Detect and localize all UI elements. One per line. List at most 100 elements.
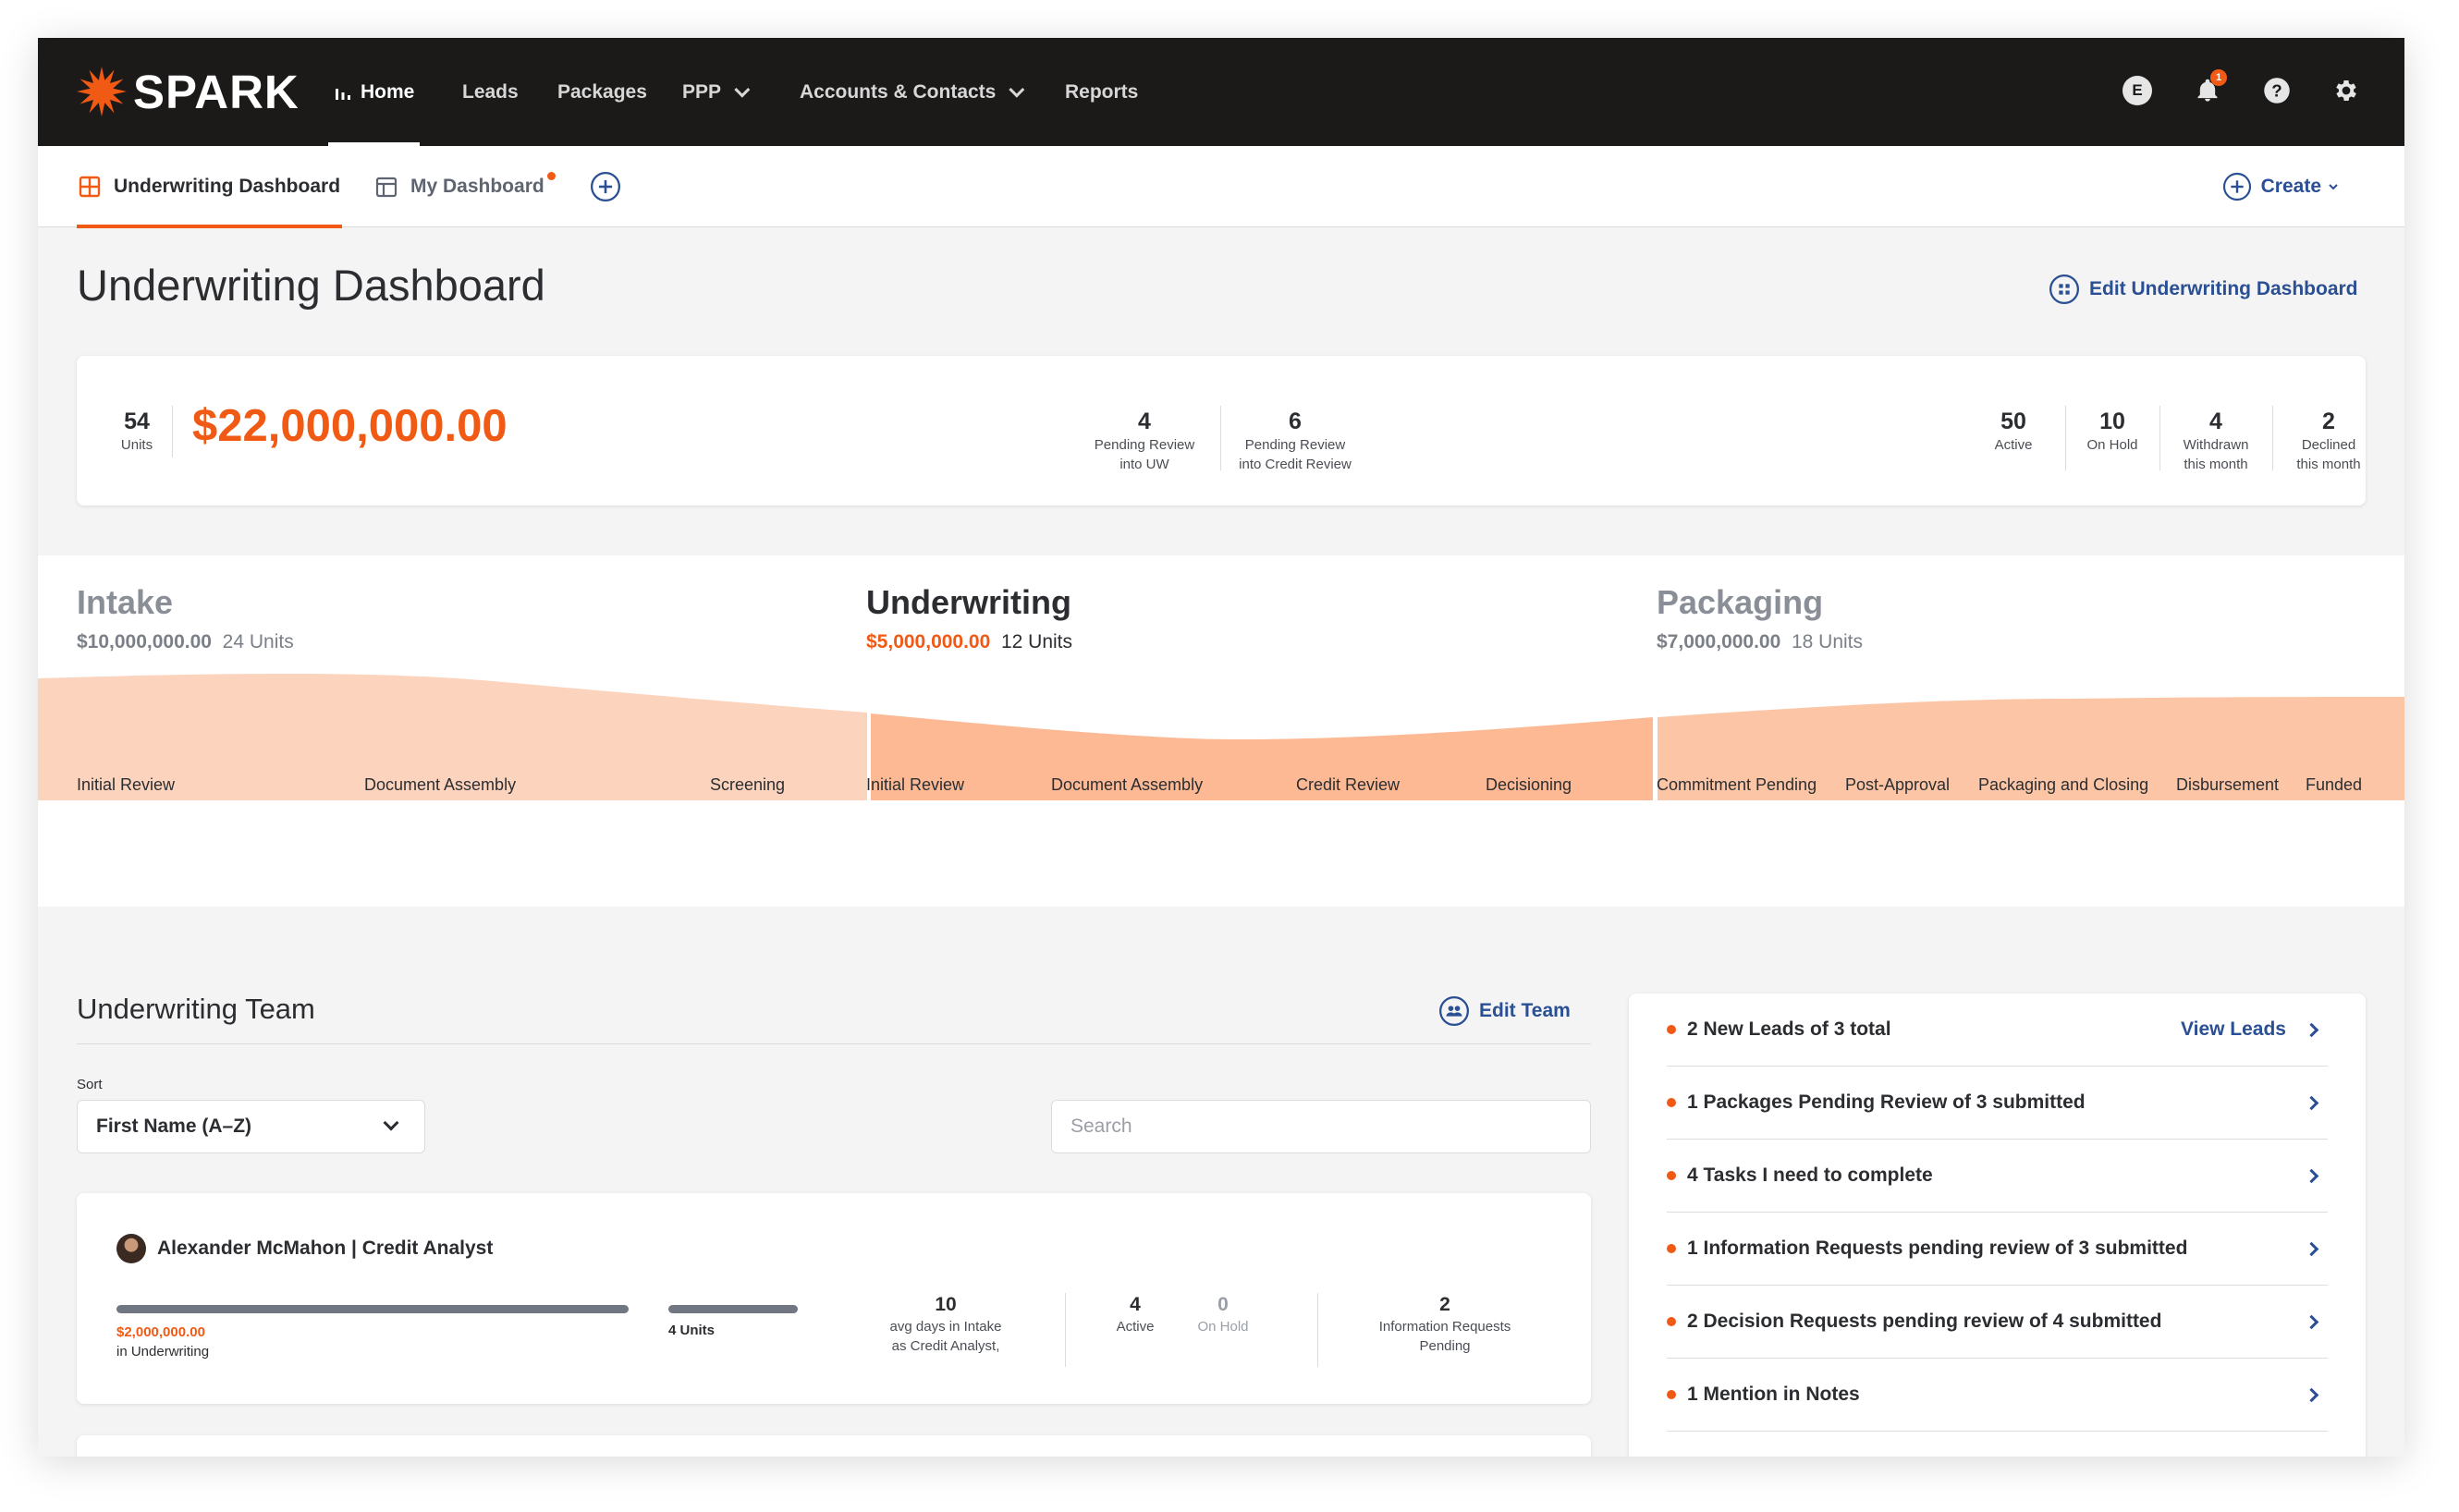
spark-logo[interactable]: SPARK: [76, 66, 300, 117]
stage-underwriting-title[interactable]: Underwriting: [866, 583, 1071, 622]
notification-row[interactable]: 4 Tasks I need to complete: [1667, 1140, 2328, 1213]
member-amount-label: in Underwriting: [116, 1344, 210, 1360]
info-requests-label2: Pending: [1419, 1338, 1471, 1354]
step-label[interactable]: Document Assembly: [1051, 775, 1203, 795]
stage-packaging-title[interactable]: Packaging: [1657, 583, 1823, 622]
step-label[interactable]: Screening: [710, 775, 785, 795]
chevron-right-icon: [2304, 1022, 2319, 1037]
help-icon: ?: [2264, 78, 2290, 104]
edit-dashboard-button[interactable]: Edit Underwriting Dashboard: [2049, 274, 2358, 305]
chevron-down-icon: [2329, 184, 2338, 190]
chevron-right-icon: [2304, 1387, 2319, 1402]
team-member-card[interactable]: [77, 1435, 1591, 1457]
edit-team-button[interactable]: Edit Team: [1438, 995, 1571, 1027]
stage-underwriting-units: 12 Units: [1000, 631, 1073, 652]
pending-credit-value: 6: [1289, 408, 1302, 434]
create-button[interactable]: Create: [2222, 146, 2340, 227]
nav-packages[interactable]: Packages: [557, 38, 647, 146]
info-requests-value: 2: [1439, 1294, 1450, 1315]
notification-row[interactable]: 1 Information Requests pending review of…: [1667, 1213, 2328, 1286]
on-hold-value: 10: [2099, 408, 2125, 434]
withdrawn-stat[interactable]: 4 Withdrawn this month: [2165, 408, 2267, 474]
info-requests-stat[interactable]: 2 Information Requests Pending: [1352, 1293, 1537, 1356]
notifications-card: 2 New Leads of 3 total View Leads 1 Pack…: [1629, 994, 2366, 1457]
units-label: Units: [120, 437, 153, 453]
notification-row[interactable]: 2 New Leads of 3 total View Leads: [1667, 994, 2328, 1067]
active-label: Active: [1994, 437, 2033, 453]
stage-intake-title[interactable]: Intake: [77, 583, 173, 622]
amount-progress-bar: [116, 1305, 629, 1313]
team-member-card[interactable]: Alexander McMahon | Credit Analyst $2,00…: [77, 1193, 1591, 1404]
nav-accounts-contacts[interactable]: Accounts & Contacts: [800, 38, 1025, 146]
unread-dot: [1667, 1025, 1676, 1034]
notification-count-badge: 1: [2210, 69, 2227, 86]
view-leads-link[interactable]: View Leads: [2181, 1018, 2286, 1041]
team-circle-icon: [1438, 995, 1470, 1027]
stage-intake-units: 24 Units: [222, 631, 294, 652]
divider: [2159, 406, 2160, 470]
step-label[interactable]: Packaging and Closing: [1978, 775, 2148, 795]
notification-row[interactable]: 1 Packages Pending Review of 3 submitted: [1667, 1067, 2328, 1140]
plus-circle-icon: [2222, 172, 2251, 201]
avg-days-label1: avg days in Intake: [889, 1319, 1002, 1335]
step-label[interactable]: Commitment Pending: [1657, 775, 1817, 795]
member-name-row[interactable]: Alexander McMahon | Credit Analyst: [116, 1234, 493, 1263]
team-search-input[interactable]: [1051, 1100, 1591, 1153]
nav-reports[interactable]: Reports: [1065, 38, 1138, 146]
nav-leads[interactable]: Leads: [462, 38, 519, 146]
calendar-layout-icon: [375, 177, 398, 198]
chevron-right-icon: [2304, 1095, 2319, 1110]
user-avatar-button[interactable]: E: [2122, 75, 2153, 106]
divider: [1220, 406, 1221, 470]
notification-text: 2 Decision Requests pending review of 4 …: [1687, 1311, 2162, 1332]
on-hold-stat[interactable]: 10 On Hold: [2071, 408, 2154, 455]
step-label[interactable]: Credit Review: [1296, 775, 1400, 795]
add-dashboard-button[interactable]: [590, 146, 621, 227]
step-label[interactable]: Post-Approval: [1845, 775, 1950, 795]
nav-ppp[interactable]: PPP: [682, 38, 751, 146]
avatar: [116, 1234, 146, 1263]
total-amount: $22,000,000.00: [192, 401, 508, 451]
member-on-hold-stat[interactable]: 0 On Hold: [1186, 1293, 1260, 1336]
member-active-stat[interactable]: 4 Active: [1103, 1293, 1168, 1336]
unread-dot: [1667, 1317, 1676, 1326]
nav-leads-label: Leads: [462, 80, 519, 103]
page-title: Underwriting Dashboard: [77, 261, 545, 310]
notifications-button[interactable]: 1: [2192, 69, 2227, 106]
declined-stat[interactable]: 2 Declined this month: [2278, 408, 2379, 474]
settings-button[interactable]: [2331, 75, 2362, 106]
sort-select[interactable]: First Name (A–Z): [77, 1100, 425, 1153]
notification-row[interactable]: 2 Decision Requests pending review of 4 …: [1667, 1286, 2328, 1359]
pending-credit-label2: into Credit Review: [1239, 457, 1352, 472]
chevron-down-icon: [1009, 81, 1025, 98]
pending-credit-stat[interactable]: 6 Pending Review into Credit Review: [1226, 408, 1364, 474]
step-label[interactable]: Initial Review: [866, 775, 964, 795]
step-label[interactable]: Decisioning: [1486, 775, 1572, 795]
declined-label1: Declined: [2301, 437, 2356, 453]
nav-accounts-label: Accounts & Contacts: [800, 80, 997, 103]
step-label[interactable]: Document Assembly: [364, 775, 516, 795]
tab-underwriting-dashboard[interactable]: Underwriting Dashboard: [76, 146, 343, 228]
notification-text: 1 Mention in Notes: [1687, 1384, 1860, 1405]
avg-days-value: 10: [935, 1294, 957, 1315]
step-label[interactable]: Disbursement: [2176, 775, 2279, 795]
tab-my-dashboard-label: My Dashboard: [410, 176, 544, 197]
declined-value: 2: [2322, 408, 2335, 434]
edit-dashboard-label: Edit Underwriting Dashboard: [2089, 278, 2358, 299]
active-stat[interactable]: 50 Active: [1981, 408, 2046, 455]
step-label[interactable]: Funded: [2306, 775, 2362, 795]
divider: [77, 1043, 1591, 1044]
dashboard-tab-bar: Underwriting Dashboard My Dashboard Crea…: [38, 146, 2404, 228]
amount-block: $2,000,000.00 in Underwriting: [116, 1323, 209, 1361]
notification-text: 1 Packages Pending Review of 3 submitted: [1687, 1091, 2086, 1113]
notification-row[interactable]: 1 Mention in Notes: [1667, 1359, 2328, 1432]
member-active-value: 4: [1130, 1294, 1141, 1315]
step-label[interactable]: Initial Review: [77, 775, 175, 795]
pending-uw-stat[interactable]: 4 Pending Review into UW: [1084, 408, 1205, 474]
team-title: Underwriting Team: [77, 993, 315, 1025]
nav-home[interactable]: Home: [327, 38, 421, 146]
tab-my-dashboard[interactable]: My Dashboard: [375, 146, 556, 227]
app-window: SPARK Home Leads Packages PPP Accounts &…: [38, 38, 2404, 1457]
help-button[interactable]: ?: [2261, 75, 2293, 106]
declined-label2: this month: [2296, 457, 2361, 472]
